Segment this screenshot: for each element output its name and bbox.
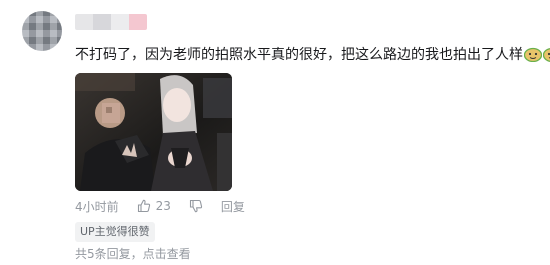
reply-button[interactable]: 回复 xyxy=(221,198,245,215)
reply-summary: 共5条回复，点击查看 xyxy=(75,246,191,262)
like-count: 23 xyxy=(155,199,171,213)
photo-image xyxy=(75,73,232,191)
dislike-button[interactable] xyxy=(189,199,203,213)
up-liked-badge: UP主觉得很赞 xyxy=(75,222,155,242)
selfie-photo[interactable] xyxy=(75,73,232,191)
like-button[interactable]: 23 xyxy=(137,199,171,213)
doge-emoji-icon xyxy=(543,48,550,62)
timestamp: 4小时前 xyxy=(75,199,119,214)
comment-body: 不打码了，因为老师的拍照水平真的很好，把这么路边的我也拍出了人样 xyxy=(75,47,523,63)
username[interactable]: ▇▇▇▇ xyxy=(75,14,147,30)
view-replies-link[interactable]: 点击查看 xyxy=(143,247,191,261)
comment-text: 不打码了，因为老师的拍照水平真的很好，把这么路边的我也拍出了人样 xyxy=(75,45,550,65)
thumbs-up-icon xyxy=(137,199,150,213)
doge-emoji-icon xyxy=(524,47,542,62)
avatar[interactable] xyxy=(22,11,62,51)
thumbs-down-icon xyxy=(189,199,203,213)
comment-meta: 4小时前 23 回复 xyxy=(75,197,245,215)
reply-count-text: 共5条回复， xyxy=(75,247,143,261)
